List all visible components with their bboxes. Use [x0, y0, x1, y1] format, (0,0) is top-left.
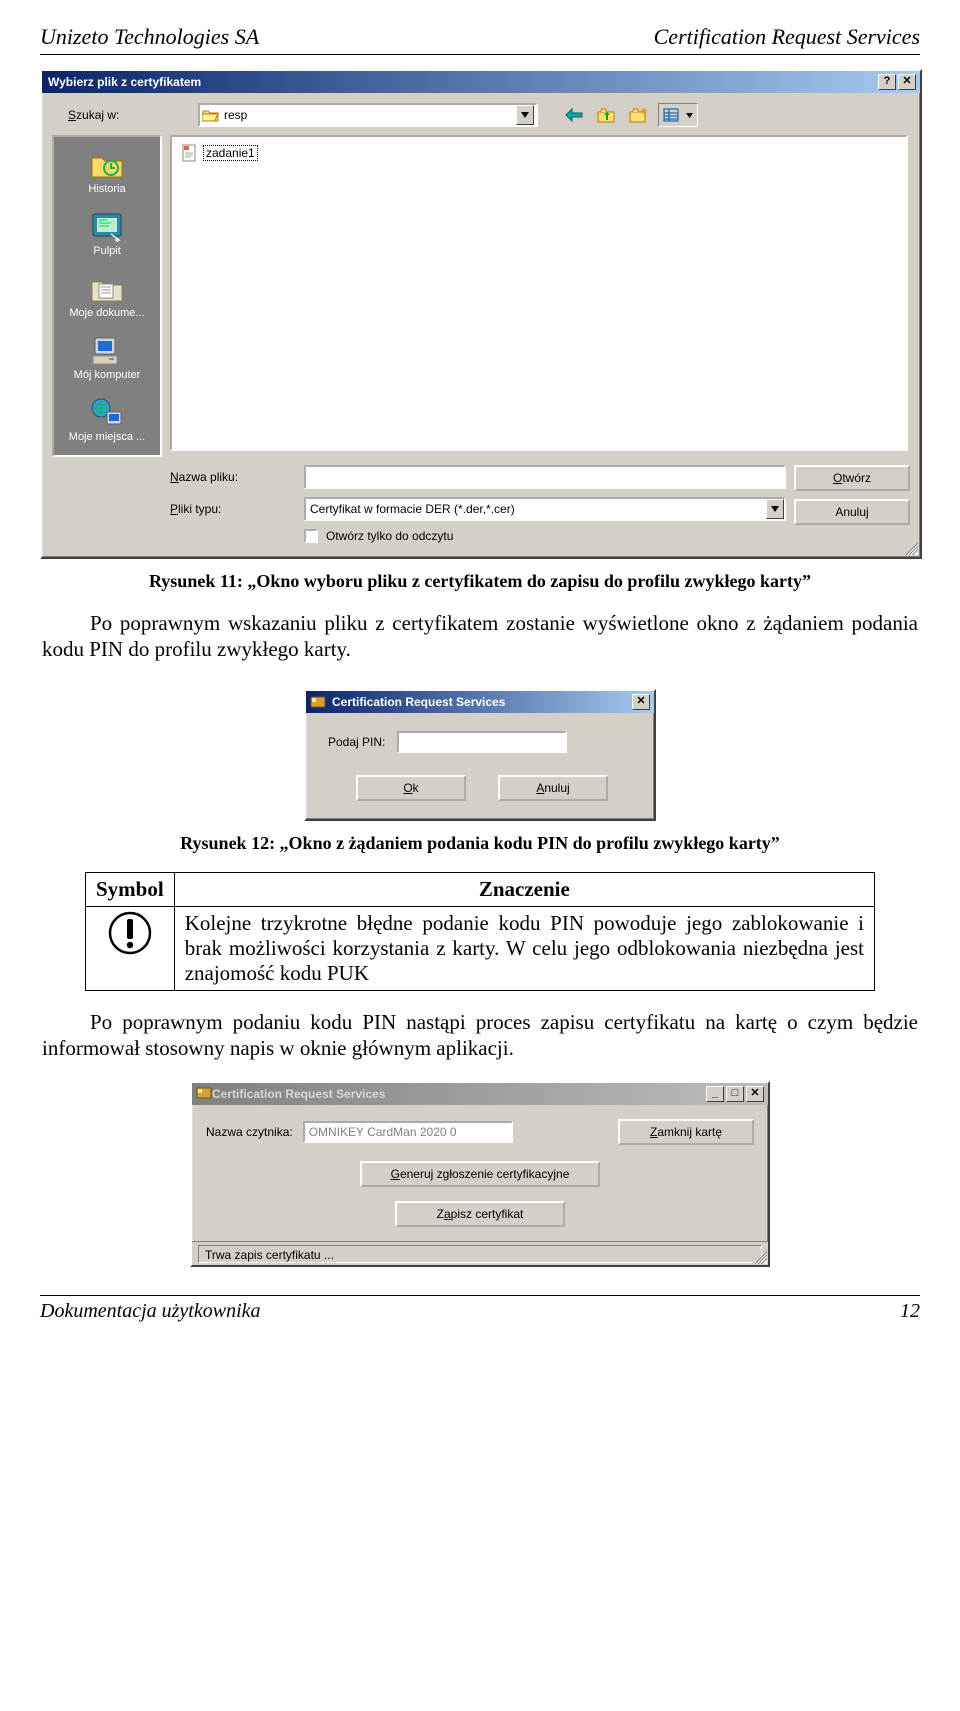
titlebar[interactable]: Certification Request Services ✕ [306, 691, 654, 713]
app-icon [196, 1085, 212, 1104]
help-button[interactable]: ? [878, 74, 896, 90]
folder-open-icon [202, 106, 220, 124]
titlebar-inactive[interactable]: Certification Request Services _ □ ✕ [192, 1083, 768, 1105]
dialog-title: Certification Request Services [330, 695, 505, 709]
mydocs-folder-icon [88, 271, 126, 305]
app-icon [310, 694, 326, 710]
desktop-icon [88, 209, 126, 243]
place-label: Moje dokume... [56, 307, 158, 319]
ok-button[interactable]: Ok [356, 775, 466, 801]
figure-caption-12: Rysunek 12: „Okno z żądaniem podania kod… [40, 833, 920, 854]
cancel-button[interactable]: Anuluj [794, 499, 910, 525]
place-label: Mój komputer [56, 369, 158, 381]
close-card-button[interactable]: Zamknij kartę [618, 1119, 754, 1145]
pin-dialog: Certification Request Services ✕ Podaj P… [304, 689, 656, 821]
lookin-label: Szukaj w: [68, 108, 188, 122]
place-mynetwork[interactable]: Moje miejsca ... [56, 391, 158, 449]
file-name-label: zadanie1 [203, 145, 258, 161]
filename-input[interactable] [304, 465, 786, 489]
new-folder-icon[interactable] [626, 103, 650, 127]
footer-page-number: 12 [900, 1300, 920, 1323]
file-item[interactable]: zadanie1 [178, 143, 261, 163]
lookin-combo[interactable]: resp [198, 103, 538, 127]
history-folder-icon [88, 147, 126, 181]
computer-icon [88, 333, 126, 367]
crs-main-dialog: Certification Request Services _ □ ✕ Naz… [190, 1081, 770, 1267]
pin-label: Podaj PIN: [328, 735, 385, 749]
place-label: Pulpit [56, 245, 158, 257]
file-chooser-dialog: Wybierz plik z certyfikatem ? ✕ Szukaj w… [40, 69, 922, 559]
place-label: Moje miejsca ... [56, 431, 158, 443]
close-button[interactable]: ✕ [746, 1086, 764, 1102]
dialog-title: Certification Request Services [212, 1087, 385, 1101]
dialog-title: Wybierz plik z certyfikatem [46, 75, 201, 89]
table-header-meaning: Znaczenie [174, 872, 874, 906]
filetype-value: Certyfikat w formacie DER (*.der,*.cer) [310, 502, 515, 516]
status-text: Trwa zapis certyfikatu ... [198, 1245, 762, 1263]
warning-icon [86, 906, 175, 990]
view-menu-button[interactable] [658, 103, 698, 127]
close-button[interactable]: ✕ [632, 694, 650, 710]
close-button[interactable]: ✕ [898, 74, 916, 90]
body-paragraph-2: Po poprawnym podaniu kodu PIN nastąpi pr… [42, 1009, 918, 1062]
back-icon[interactable] [562, 103, 586, 127]
pin-input[interactable] [397, 731, 567, 753]
generate-request-button[interactable]: Generuj zgłoszenie certyfikacyjne [360, 1161, 600, 1187]
readonly-checkbox[interactable] [304, 529, 318, 543]
warning-text: Kolejne trzykrotne błędne podanie kodu P… [174, 906, 874, 990]
maximize-button[interactable]: □ [726, 1086, 744, 1102]
table-header-symbol: Symbol [86, 872, 175, 906]
save-certificate-button[interactable]: Zapisz certyfikat [395, 1201, 565, 1227]
place-desktop[interactable]: Pulpit [56, 205, 158, 263]
figure-caption-11: Rysunek 11: „Okno wyboru pliku z certyfi… [40, 571, 920, 592]
titlebar[interactable]: Wybierz plik z certyfikatem ? ✕ [42, 71, 920, 93]
place-mycomputer[interactable]: Mój komputer [56, 329, 158, 387]
reader-name-field: OMNIKEY CardMan 2020 0 [303, 1121, 513, 1143]
reader-label: Nazwa czytnika: [206, 1125, 293, 1139]
readonly-label: Otwórz tylko do odczytu [326, 529, 453, 543]
filename-label: Nazwa pliku: [170, 470, 290, 484]
open-button[interactable]: Otwórz [794, 465, 910, 491]
resize-grip-icon[interactable] [902, 539, 918, 555]
up-one-level-icon[interactable] [594, 103, 618, 127]
places-bar: Historia Pulpit Moje dokume... [52, 135, 162, 457]
filetype-dropdown[interactable]: Certyfikat w formacie DER (*.der,*.cer) [304, 497, 786, 521]
certificate-file-icon [181, 144, 199, 162]
dropdown-arrow-icon[interactable] [516, 105, 534, 125]
file-list[interactable]: zadanie1 [170, 135, 908, 451]
warning-table: Symbol Znaczenie Kolejne trzykrotne błęd… [85, 872, 875, 991]
header-right: Certification Request Services [654, 24, 920, 50]
cancel-button[interactable]: Anuluj [498, 775, 608, 801]
network-places-icon [88, 395, 126, 429]
resize-grip-icon[interactable] [751, 1248, 767, 1264]
footer-left: Dokumentacja użytkownika [40, 1300, 261, 1323]
page-header: Unizeto Technologies SA Certification Re… [40, 24, 920, 55]
filetype-label: Pliki typu: [170, 502, 290, 516]
header-left: Unizeto Technologies SA [40, 24, 259, 50]
status-bar: Trwa zapis certyfikatu ... [192, 1241, 768, 1265]
place-mydocs[interactable]: Moje dokume... [56, 267, 158, 325]
body-paragraph-1: Po poprawnym wskazaniu pliku z certyfika… [42, 610, 918, 663]
lookin-value: resp [224, 108, 247, 122]
page-footer: Dokumentacja użytkownika 12 [40, 1295, 920, 1323]
place-label: Historia [56, 183, 158, 195]
place-history[interactable]: Historia [56, 143, 158, 201]
minimize-button[interactable]: _ [706, 1086, 724, 1102]
dropdown-arrow-icon[interactable] [766, 499, 784, 519]
